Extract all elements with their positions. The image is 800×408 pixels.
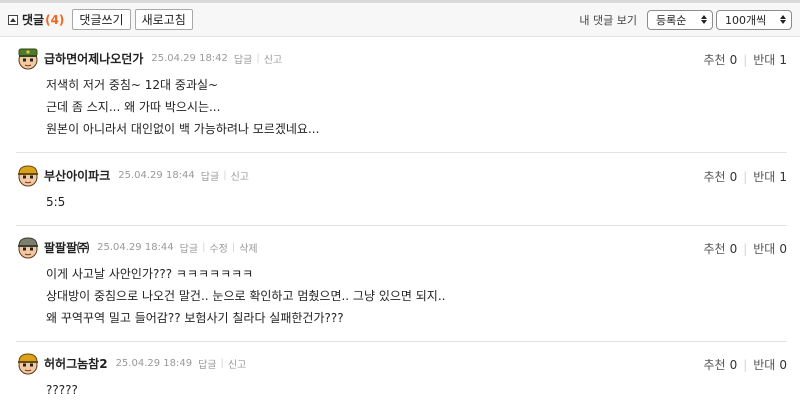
divider: | bbox=[743, 241, 748, 256]
comment-date: 25.04.29 18:49 bbox=[115, 357, 193, 369]
downvote-count: 0 bbox=[779, 358, 787, 372]
comments-count: (4) bbox=[45, 12, 65, 27]
comment-divider bbox=[16, 341, 787, 342]
vote-box: 추천 0 | 반대 0 bbox=[703, 356, 787, 373]
comment-divider bbox=[16, 225, 787, 226]
comment-date: 25.04.29 18:44 bbox=[97, 241, 174, 253]
comment-body: ????? bbox=[46, 379, 787, 401]
vote-box: 추천 0 | 반대 0 bbox=[703, 240, 787, 257]
comment-text-line: 5:5 bbox=[46, 195, 66, 209]
report-link[interactable]: 신고 bbox=[264, 51, 282, 66]
comment-date: 25.04.29 18:42 bbox=[151, 52, 228, 64]
comment-nickname[interactable]: 부산아이파크 bbox=[44, 167, 110, 184]
refresh-button[interactable]: 새로고침 bbox=[134, 9, 193, 30]
upvote-count: 0 bbox=[729, 53, 738, 67]
downvote-button[interactable]: 반대 1 bbox=[753, 51, 787, 68]
comment-nickname[interactable]: 허허그놈참2 bbox=[44, 355, 108, 372]
soldier-gray-icon bbox=[18, 237, 38, 259]
page-size-select[interactable]: 100개씩 bbox=[716, 9, 792, 30]
comment-text-line: 왜 꾸역꾸역 밀고 들어감?? 보험사기 칠라다 실패한건가??? bbox=[46, 311, 344, 325]
comment-text-line: 이게 사고날 사안인가??? ㅋㅋㅋㅋㅋㅋㅋ bbox=[46, 267, 254, 281]
write-comment-button[interactable]: 댓글쓰기 bbox=[72, 9, 131, 30]
upvote-count: 0 bbox=[729, 170, 738, 184]
comment-text-line: ????? bbox=[46, 383, 78, 397]
delete-link[interactable]: 삭제 bbox=[239, 240, 257, 255]
comment-body: 이게 사고날 사안인가??? ㅋㅋㅋㅋㅋㅋㅋ 상대방이 중침으로 나오건 말건.… bbox=[46, 263, 787, 329]
collapse-toggle-icon[interactable] bbox=[8, 14, 18, 25]
report-link[interactable]: 신고 bbox=[231, 168, 249, 183]
reply-link[interactable]: 답글 bbox=[234, 51, 252, 66]
upvote-button[interactable]: 추천 0 bbox=[703, 356, 737, 373]
sort-select[interactable]: 등록순 bbox=[647, 9, 713, 30]
comment-text-line: 저색히 저거 중침~ 12대 중과실~ bbox=[46, 78, 219, 92]
downvote-count: 1 bbox=[779, 53, 787, 67]
select-arrows-icon bbox=[701, 15, 707, 24]
upvote-button[interactable]: 추천 0 bbox=[703, 240, 737, 257]
reply-link[interactable]: 답글 bbox=[198, 356, 216, 371]
upvote-button[interactable]: 추천 0 bbox=[703, 51, 737, 68]
comment-section: 댓글 (4) 댓글쓰기 새로고침 내 댓글 보기 등록순 100개씩 급하면어제… bbox=[0, 0, 800, 408]
comment-body: 저색히 저거 중침~ 12대 중과실~ 근데 좀 스지... 왜 가따 박으시는… bbox=[46, 74, 787, 140]
divider: | bbox=[220, 357, 224, 369]
divider: | bbox=[256, 52, 260, 64]
comment-text-line: 원본이 아니라서 대인없이 백 가능하려나 모르겠네요... bbox=[46, 122, 320, 136]
soldier-gold-icon bbox=[18, 165, 38, 187]
comment-divider bbox=[16, 152, 787, 153]
comment-item: 급하면어제나오던가 25.04.29 18:42 답글 | 신고 추천 0 | 반… bbox=[16, 46, 787, 140]
downvote-count: 0 bbox=[779, 242, 787, 256]
soldier-gold-icon bbox=[18, 353, 38, 375]
comment-toolbar: 댓글 (4) 댓글쓰기 새로고침 내 댓글 보기 등록순 100개씩 bbox=[0, 3, 800, 37]
comment-item: 팔팔팔㈜ 25.04.29 18:44 답글 | 수정 | 삭제 추천 0 | 반… bbox=[16, 235, 787, 329]
my-comments-link[interactable]: 내 댓글 보기 bbox=[579, 12, 637, 28]
upvote-count: 0 bbox=[729, 242, 738, 256]
comment-body: 5:5 bbox=[46, 191, 787, 213]
divider: | bbox=[223, 169, 227, 181]
downvote-button[interactable]: 반대 0 bbox=[753, 356, 787, 373]
reply-link[interactable]: 답글 bbox=[180, 240, 198, 255]
report-link[interactable]: 신고 bbox=[228, 356, 246, 371]
comment-item: 허허그놈참2 25.04.29 18:49 답글 | 신고 추천 0 | 반대 0 … bbox=[16, 351, 787, 401]
comments-title: 댓글 bbox=[22, 13, 45, 27]
comment-text-line: 근데 좀 스지... 왜 가따 박으시는... bbox=[46, 100, 221, 114]
downvote-button[interactable]: 반대 0 bbox=[753, 240, 787, 257]
vote-box: 추천 0 | 반대 1 bbox=[703, 51, 787, 68]
divider: | bbox=[743, 52, 748, 67]
upvote-count: 0 bbox=[729, 358, 738, 372]
comment-item: 부산아이파크 25.04.29 18:44 답글 | 신고 추천 0 | 반대 1 … bbox=[16, 163, 787, 213]
sort-select-value: 등록순 bbox=[656, 13, 687, 27]
vote-box: 추천 0 | 반대 1 bbox=[703, 168, 787, 185]
divider: | bbox=[743, 357, 748, 372]
comment-date: 25.04.29 18:44 bbox=[118, 169, 195, 181]
comment-text-line: 상대방이 중침으로 나오건 말건.. 눈으로 확인하고 멈췄으면.. 그냥 있으… bbox=[46, 289, 446, 303]
soldier-green-icon bbox=[18, 48, 38, 70]
comment-nickname[interactable]: 팔팔팔㈜ bbox=[44, 239, 89, 256]
select-arrows-icon bbox=[780, 15, 786, 24]
reply-link[interactable]: 답글 bbox=[201, 168, 219, 183]
page-size-select-value: 100개씩 bbox=[725, 13, 767, 27]
divider: | bbox=[202, 241, 206, 253]
upvote-button[interactable]: 추천 0 bbox=[703, 168, 737, 185]
divider: | bbox=[743, 169, 748, 184]
downvote-count: 1 bbox=[779, 170, 787, 184]
comment-nickname[interactable]: 급하면어제나오던가 bbox=[44, 50, 143, 67]
divider: | bbox=[231, 241, 236, 253]
edit-link[interactable]: 수정 bbox=[209, 240, 227, 255]
downvote-button[interactable]: 반대 1 bbox=[753, 168, 787, 185]
